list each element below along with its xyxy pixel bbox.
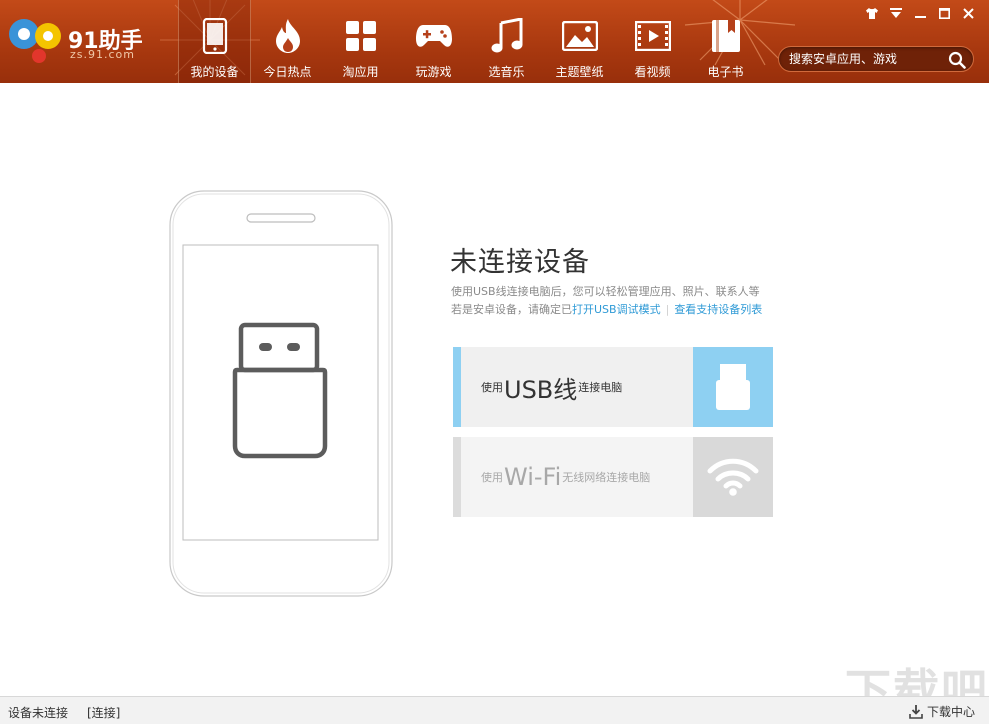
wifi-connect-button[interactable]: 使用 Wi-Fi 无线网络连接电脑	[453, 437, 773, 517]
description-line-2: 若是安卓设备，请确定已打开USB调试模式 | 查看支持设备列表	[451, 301, 762, 319]
nav-item-games[interactable]: 玩游戏	[397, 0, 470, 83]
wifi-icon	[693, 437, 773, 517]
app-logo: 91助手 zs.91.com	[6, 14, 166, 70]
nav-label: 今日热点	[263, 65, 312, 79]
download-center-label: 下载中心	[926, 705, 975, 719]
nav-item-my-device[interactable]: 我的设备	[178, 0, 251, 83]
nav-item-music[interactable]: 选音乐	[470, 0, 543, 83]
connection-description: 使用USB线连接电脑后，您可以轻松管理应用、照片、联系人等 若是安卓设备，请确定…	[451, 283, 762, 319]
nav-label: 淘应用	[342, 65, 379, 79]
download-center-button[interactable]: 下载中心	[909, 703, 975, 720]
description-prefix: 若是安卓设备，请确定已	[451, 303, 572, 316]
nav-label: 电子书	[707, 65, 744, 79]
usb-connect-button[interactable]: 使用 USB线 连接电脑	[453, 347, 773, 427]
nav-item-ebooks[interactable]: 电子书	[689, 0, 762, 83]
label-suffix: 连接电脑	[578, 381, 623, 394]
book-icon	[706, 16, 746, 56]
status-bar: 设备未连接 [连接] 下载中心	[0, 696, 989, 724]
logo-subtitle: zs.91.com	[70, 48, 135, 61]
supported-devices-link[interactable]: 查看支持设备列表	[674, 303, 762, 316]
nav-item-wallpapers[interactable]: 主题壁纸	[543, 0, 616, 83]
nav-item-hot-today[interactable]: 今日热点	[251, 0, 324, 83]
phone-illustration	[169, 190, 393, 597]
label-emphasis: Wi-Fi	[504, 463, 562, 491]
connect-link[interactable]: [连接]	[87, 704, 120, 721]
nav-item-apps[interactable]: 淘应用	[324, 0, 397, 83]
picture-icon	[560, 16, 600, 56]
apps-grid-icon	[341, 16, 381, 56]
close-icon[interactable]	[961, 6, 975, 20]
card-accent-bar	[453, 437, 461, 517]
flame-icon	[268, 16, 308, 56]
maximize-icon[interactable]	[937, 6, 951, 20]
search-box	[778, 46, 974, 72]
link-divider: |	[665, 303, 670, 316]
label-suffix: 无线网络连接电脑	[562, 471, 651, 484]
nav-label: 我的设备	[190, 65, 239, 79]
wifi-connect-label: 使用 Wi-Fi 无线网络连接电脑	[481, 437, 650, 517]
search-icon[interactable]	[948, 51, 966, 69]
nav-label: 看视频	[634, 65, 671, 79]
search-input[interactable]	[789, 50, 939, 68]
window-controls	[865, 6, 975, 20]
skin-shirt-icon[interactable]	[865, 6, 879, 20]
device-status-text: 设备未连接	[8, 706, 69, 720]
nav-label: 玩游戏	[415, 65, 452, 79]
label-prefix: 使用	[481, 381, 503, 394]
label-emphasis: USB线	[504, 375, 578, 404]
nav-item-videos[interactable]: 看视频	[616, 0, 689, 83]
usb-debug-link[interactable]: 打开USB调试模式	[572, 303, 661, 316]
download-icon	[909, 704, 923, 719]
card-accent-bar	[453, 347, 461, 427]
phone-icon	[195, 16, 235, 56]
main-nav: 我的设备 今日热点 淘应用 玩游戏 选音乐 主题壁纸 看视频 电子书	[178, 0, 762, 83]
film-icon	[633, 16, 673, 56]
usb-connect-label: 使用 USB线 连接电脑	[481, 347, 622, 427]
minimize-icon[interactable]	[913, 6, 927, 20]
nav-label: 选音乐	[488, 65, 525, 79]
nav-label: 主题壁纸	[555, 65, 604, 79]
page-title: 未连接设备	[450, 247, 590, 278]
logo-mark-icon	[9, 19, 61, 63]
usb-icon	[693, 347, 773, 427]
menu-dropdown-icon[interactable]	[889, 6, 903, 20]
title-bar: 91助手 zs.91.com 我的设备 今日热点 淘应用 玩游戏 选音乐 主题壁…	[0, 0, 989, 83]
music-note-icon	[487, 16, 527, 56]
description-line-1: 使用USB线连接电脑后，您可以轻松管理应用、照片、联系人等	[451, 285, 760, 298]
label-prefix: 使用	[481, 471, 503, 484]
gamepad-icon	[414, 16, 454, 56]
